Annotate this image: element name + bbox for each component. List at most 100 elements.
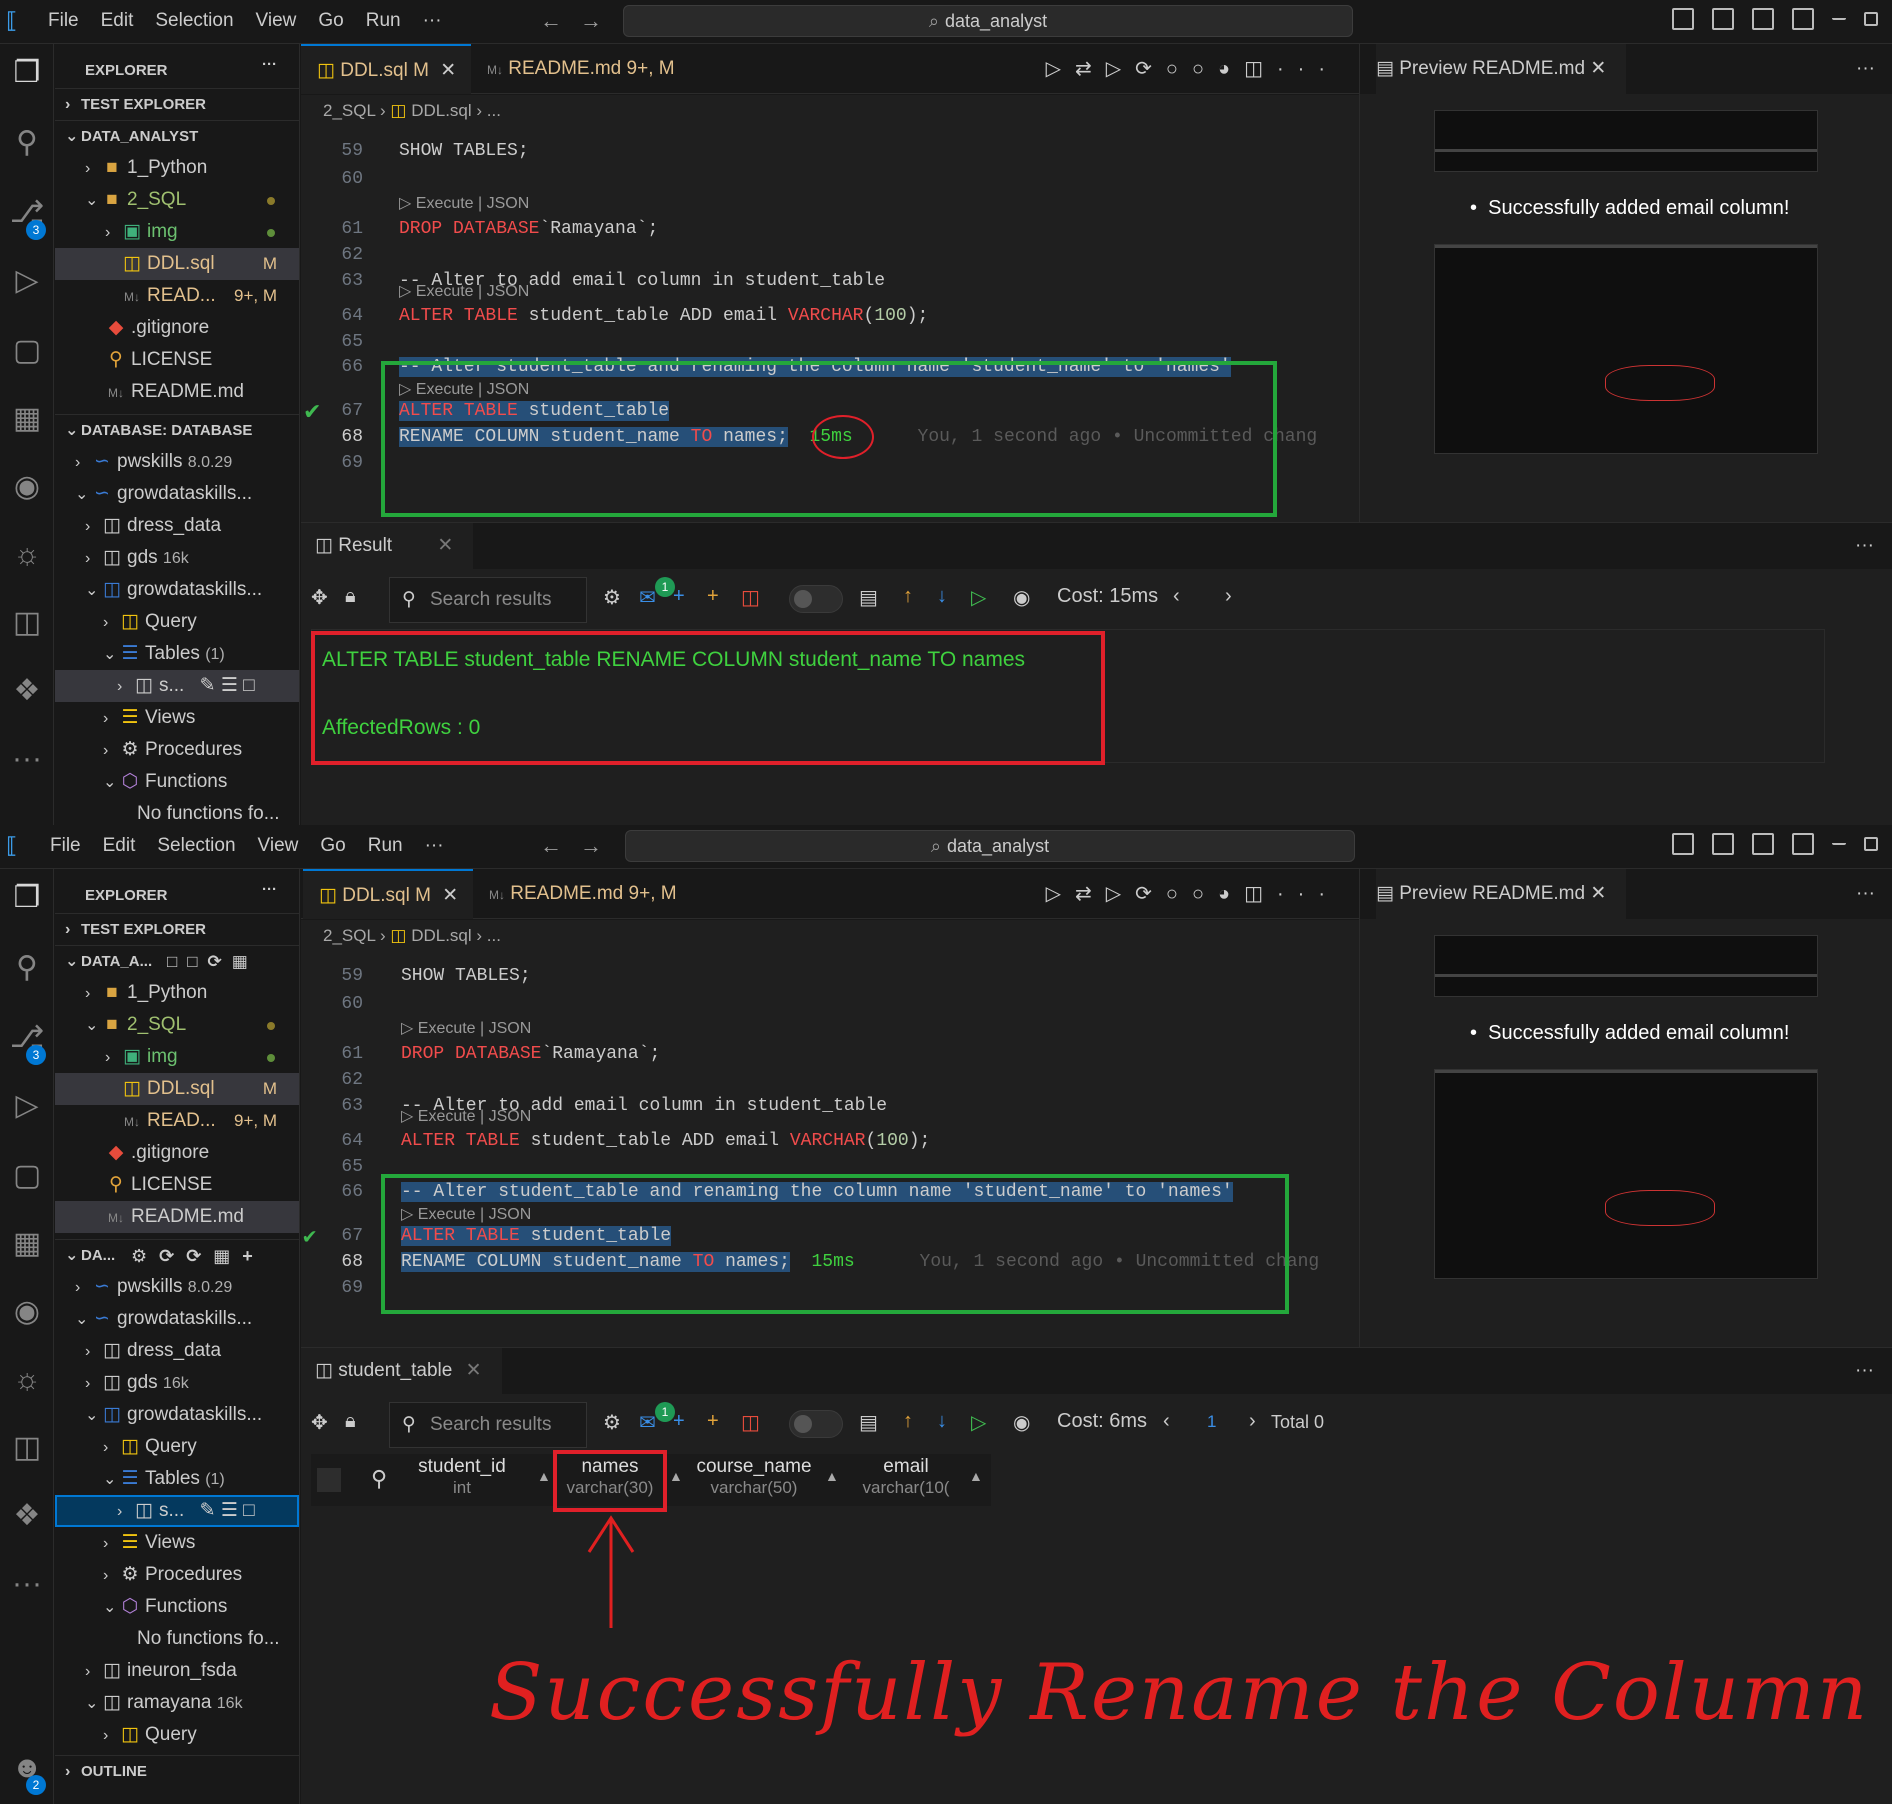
next-page-icon[interactable]: › (1225, 585, 1232, 608)
edge-icon[interactable]: ☼ (8, 1361, 46, 1399)
db-query[interactable]: › ◫ Query (55, 606, 299, 638)
more-actions-icon[interactable]: ··· (1856, 869, 1875, 919)
arrow-down-icon[interactable]: ↓ (937, 1410, 947, 1433)
remote-explorer-icon[interactable]: ▢ (8, 332, 46, 370)
plus-icon[interactable]: + (673, 1410, 685, 1433)
preview-tab[interactable]: Preview README.md (1399, 883, 1585, 904)
test-explorer-section[interactable]: › TEST EXPLORER (55, 88, 299, 120)
remote-explorer-icon[interactable]: ▢ (8, 1157, 46, 1195)
code-editor[interactable]: 59 SHOW TABLES; 60 ▷ Execute | JSON 61 D… (301, 129, 1359, 522)
toggle-panel-icon[interactable] (1712, 833, 1734, 855)
page-number[interactable]: 1 (1207, 1412, 1216, 1432)
more-icon[interactable]: ··· (8, 1565, 46, 1603)
db-query[interactable]: › ◫ Query (55, 1431, 299, 1463)
db-dress-data[interactable]: › ◫ dress_data (55, 1335, 299, 1367)
customize-layout-icon[interactable] (1792, 833, 1814, 855)
tab-readme[interactable]: M↓ README.md 9+, M (473, 869, 713, 919)
menu-view[interactable]: View (258, 835, 299, 857)
menu-more[interactable]: ··· (423, 10, 442, 32)
prev-page-icon[interactable]: ‹ (1163, 1410, 1170, 1433)
db-tables[interactable]: ⌄ ☰ Tables (1) (55, 638, 299, 670)
db-procedures[interactable]: › ⚙ Procedures (55, 734, 299, 766)
close-icon[interactable]: ✕ (466, 1360, 482, 1381)
restore-icon[interactable] (1864, 837, 1878, 851)
next-page-icon[interactable]: › (1249, 1410, 1256, 1433)
toggle-secondary-sidebar-icon[interactable] (1752, 833, 1774, 855)
more-actions-icon[interactable]: ··· (1856, 44, 1875, 94)
database-section[interactable]: ⌄ DATABASE: DATABASE (55, 414, 299, 446)
eye-icon[interactable]: ◉ (1013, 585, 1030, 610)
menu-file[interactable]: File (48, 10, 79, 32)
github-icon[interactable]: ◉ (8, 468, 46, 506)
tab-ddl-sql[interactable]: ◫ DDL.sql M ✕ (301, 44, 471, 94)
comment-icon[interactable]: ▤ (859, 585, 878, 610)
sort-icon[interactable]: ▲ (825, 1468, 839, 1484)
folder-section[interactable]: ⌄ DATA_A... □□⟳▦ (55, 945, 299, 977)
add-icon[interactable]: + (707, 585, 719, 608)
codelens-execute[interactable]: ▷ Execute | JSON (399, 193, 529, 213)
panel-tab-student-table[interactable]: student_table (338, 1360, 452, 1381)
sort-icon[interactable]: ▲ (537, 1468, 551, 1484)
close-icon[interactable]: ✕ (440, 60, 456, 81)
codelens-execute[interactable]: ▷ Execute | JSON (401, 1106, 531, 1126)
trash-icon[interactable]: ◫ (741, 1410, 760, 1435)
db-views[interactable]: › ☰ Views (55, 702, 299, 734)
extensions-icon[interactable]: ▦ (8, 400, 46, 438)
restore-icon[interactable] (1864, 12, 1878, 26)
run-debug-icon[interactable]: ▷ (8, 262, 46, 300)
column-student-id[interactable]: student_id int (407, 1456, 517, 1498)
list-icon[interactable]: ☰ (221, 1500, 238, 1521)
menu-go[interactable]: Go (318, 10, 343, 32)
close-icon[interactable]: ✕ (442, 885, 458, 906)
nav-arrows[interactable]: ←→ (540, 833, 620, 859)
file-icon[interactable]: □ (243, 675, 254, 696)
tab-readme[interactable]: M↓ README.md 9+, M (471, 44, 711, 94)
menu-edit[interactable]: Edit (103, 835, 136, 857)
toggle-secondary-sidebar-icon[interactable] (1752, 8, 1774, 30)
file-icon[interactable]: □ (243, 1500, 254, 1521)
toggle-sidebar-icon[interactable] (1672, 833, 1694, 855)
arrow-up-icon[interactable]: ↑ (903, 585, 913, 608)
menu-go[interactable]: Go (320, 835, 345, 857)
db-connection-pwskills[interactable]: › ∽ pwskills 8.0.29 (55, 1271, 299, 1303)
gear-icon[interactable]: ⚙ (603, 1410, 621, 1435)
db-connection-pwskills[interactable]: › ∽ pwskills 8.0.29 (55, 446, 299, 478)
nav-arrows[interactable]: ←→ (540, 8, 620, 34)
explorer-icon[interactable]: ❐ (8, 54, 46, 92)
python-icon[interactable]: ❖ (8, 1497, 46, 1535)
db-ramayana[interactable]: ⌄ ◫ ramayana 16k (55, 1687, 299, 1719)
db-dress-data[interactable]: › ◫ dress_data (55, 510, 299, 542)
db-ineuron-fsda[interactable]: › ◫ ineuron_fsda (55, 1655, 299, 1687)
more-actions-icon[interactable]: ··· (262, 881, 277, 898)
search-icon[interactable]: ⚲ (8, 124, 46, 162)
trash-icon[interactable]: ◫ (741, 585, 760, 610)
folder-section[interactable]: ⌄ DATA_ANALYST (55, 120, 299, 152)
tree-item-readme-sub[interactable]: M↓ READ... 9+, M (55, 280, 299, 312)
minimize-icon[interactable] (1832, 8, 1846, 20)
tree-item-img[interactable]: › ▣ img (55, 216, 299, 248)
database-icon[interactable]: ◫ (8, 1429, 46, 1467)
plus-icon[interactable]: + (673, 585, 685, 608)
eye-icon[interactable]: ◉ (1013, 1410, 1030, 1435)
more-actions-icon[interactable]: ··· (1855, 523, 1874, 569)
extensions-icon[interactable]: ▦ (8, 1225, 46, 1263)
close-icon[interactable]: ✕ (437, 535, 453, 556)
arrow-down-icon[interactable]: ↓ (937, 585, 947, 608)
run-debug-icon[interactable]: ▷ (8, 1087, 46, 1125)
menu-selection[interactable]: Selection (155, 10, 233, 32)
menu-run[interactable]: Run (368, 835, 403, 857)
toggle-panel-icon[interactable] (1712, 8, 1734, 30)
select-all-checkbox[interactable] (317, 1468, 341, 1492)
column-email[interactable]: email varchar(10( (847, 1456, 965, 1498)
run-icon[interactable]: ▷ (971, 585, 986, 610)
edit-icon[interactable]: ✎ (200, 1500, 216, 1521)
sort-icon[interactable]: ▲ (969, 1468, 983, 1484)
tree-item-gitignore[interactable]: ◆ .gitignore (55, 1137, 299, 1169)
search-results-input[interactable]: ⚲ Search results (389, 577, 587, 623)
test-explorer-section[interactable]: › TEST EXPLORER (55, 913, 299, 945)
github-icon[interactable]: ◉ (8, 1293, 46, 1331)
tree-item-1-python[interactable]: › ■ 1_Python (55, 977, 299, 1009)
database-section[interactable]: ⌄ DA... ⚙⟳⟳▦+ (55, 1239, 299, 1271)
search-icon[interactable]: ⚲ (8, 949, 46, 987)
prev-page-icon[interactable]: ‹ (1173, 585, 1180, 608)
